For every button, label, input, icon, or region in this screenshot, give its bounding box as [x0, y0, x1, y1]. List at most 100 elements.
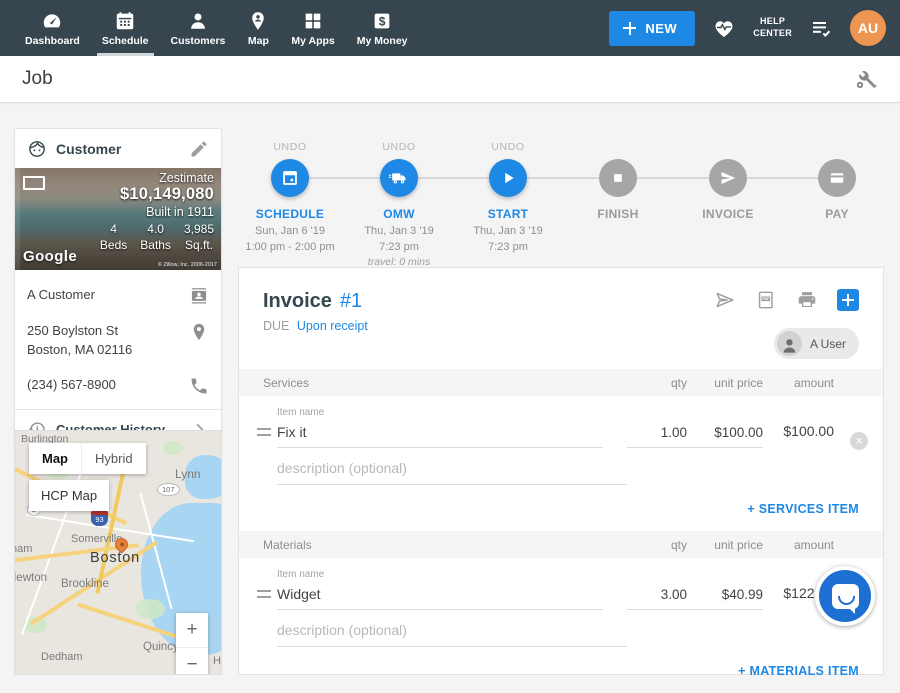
pay-step-button[interactable]	[818, 159, 856, 197]
service-line-item: Item name $100.00 ×	[239, 396, 883, 448]
job-tools-icon[interactable]	[854, 67, 878, 91]
service-item-name-input[interactable]	[277, 421, 603, 448]
due-value-link[interactable]: Upon receipt	[297, 319, 368, 333]
person-icon	[187, 10, 209, 32]
chat-bubble-button[interactable]	[815, 566, 875, 626]
send-invoice-icon[interactable]	[714, 289, 736, 311]
map-widget[interactable]: Burlington Lynn 107 2 93 Somerville ham …	[14, 430, 222, 675]
location-pin-icon[interactable]	[189, 322, 209, 342]
service-description-input[interactable]	[277, 454, 627, 485]
schedule-step-button[interactable]	[271, 159, 309, 197]
timeline-step-invoice: INVOICE	[666, 132, 790, 221]
map-button[interactable]: Map	[29, 443, 81, 474]
finish-step-button[interactable]	[599, 159, 637, 197]
services-section: Services qty unit price amount Item name…	[239, 369, 883, 531]
new-button[interactable]: NEW	[609, 11, 695, 46]
person-silhouette-icon	[780, 336, 799, 355]
map-type-toggle: Map Hybrid	[29, 443, 146, 474]
route-107-shield: 107	[157, 483, 180, 496]
item-name-label: Item name	[277, 569, 603, 580]
unit-price-column-header: unit price	[687, 376, 763, 390]
invoice-number: #1	[340, 290, 362, 313]
timeline-step-finish: FINISH	[556, 132, 680, 221]
map-label-hingham: Hi	[213, 655, 222, 667]
zestimate-value: $10,149,080	[100, 185, 214, 204]
interstate-93-shield: 93	[91, 511, 108, 526]
contact-card-icon[interactable]	[189, 286, 209, 306]
add-services-item-link[interactable]: + SERVICES ITEM	[747, 502, 859, 516]
map-label-lynn: Lynn	[175, 467, 201, 481]
face-icon	[27, 139, 47, 159]
user-avatar[interactable]: AU	[850, 10, 886, 46]
step-label: START	[446, 207, 570, 221]
nav-tab-map[interactable]: Map	[236, 0, 280, 56]
person-pin-icon	[247, 10, 269, 32]
timeline-step-omw: UNDO OMW Thu, Jan 3 '197:23 pm travel: 0…	[337, 132, 461, 268]
map-zoom-control: + −	[176, 613, 208, 675]
chat-icon	[832, 584, 859, 609]
help-center-line1: HELP	[753, 16, 792, 28]
undo-schedule-button[interactable]: UNDO	[228, 141, 352, 154]
nav-tab-dashboard[interactable]: Dashboard	[14, 0, 91, 56]
stat-beds: 4Beds	[100, 221, 127, 253]
task-list-icon[interactable]	[809, 16, 833, 40]
material-item-name-input[interactable]	[277, 583, 603, 610]
undo-spacer	[556, 141, 680, 154]
help-center-line2: CENTER	[753, 28, 792, 40]
materials-section: Materials qty unit price amount Item nam…	[239, 531, 883, 693]
service-description-row	[239, 448, 883, 485]
hybrid-button[interactable]: Hybrid	[81, 443, 146, 474]
material-qty-input[interactable]	[627, 584, 687, 610]
service-qty-input[interactable]	[627, 422, 687, 448]
invoice-actions: PDF	[714, 289, 859, 311]
pdf-icon[interactable]: PDF	[755, 289, 777, 311]
hcp-map-button[interactable]: HCP Map	[29, 480, 109, 511]
drag-handle-icon[interactable]	[257, 590, 271, 598]
service-unit-price-input[interactable]	[687, 422, 763, 448]
print-icon[interactable]	[796, 289, 818, 311]
add-invoice-button[interactable]	[837, 289, 859, 311]
street-view-icon[interactable]	[23, 176, 45, 190]
drag-handle-icon[interactable]	[257, 428, 271, 436]
remove-line-item-icon[interactable]: ×	[850, 432, 868, 450]
zoom-out-button[interactable]: −	[176, 647, 208, 675]
start-step-button[interactable]	[489, 159, 527, 197]
calendar-step-icon	[279, 167, 301, 189]
help-center-button[interactable]: HELP CENTER	[753, 16, 792, 39]
zoom-in-button[interactable]: +	[176, 613, 208, 647]
map-label-waltham: ham	[14, 543, 32, 555]
nav-tab-label: Customers	[171, 35, 226, 47]
material-description-input[interactable]	[277, 616, 627, 647]
map-label-newton: Newton	[14, 572, 47, 584]
nav-right: NEW HELP CENTER AU	[609, 0, 900, 56]
heart-pulse-icon[interactable]	[712, 16, 736, 40]
due-label: DUE	[263, 319, 289, 333]
stat-baths: 4.0Baths	[140, 221, 171, 253]
zestimate-overlay: Zestimate $10,149,080 Built in 1911 4Bed…	[100, 171, 214, 253]
gauge-icon	[41, 10, 63, 32]
step-date: Thu, Jan 3 '197:23 pm	[446, 224, 570, 256]
add-materials-item-link[interactable]: + MATERIALS ITEM	[738, 664, 859, 678]
customer-card-header: Customer	[15, 129, 221, 168]
invoice-step-button[interactable]	[709, 159, 747, 197]
customer-phone: (234) 567-8900	[27, 376, 116, 395]
assigned-user-pill[interactable]: A User	[774, 328, 859, 359]
nav-tab-schedule[interactable]: Schedule	[91, 0, 160, 56]
amount-column-header: amount	[763, 538, 834, 552]
nav-tab-my-apps[interactable]: My Apps	[280, 0, 345, 56]
zillow-credit: © Zillow, Inc. 2006-2017	[158, 262, 217, 268]
customer-card: Customer Zestimate $10,149,080 Built in …	[14, 128, 222, 450]
undo-omw-button[interactable]: UNDO	[337, 141, 461, 154]
phone-icon[interactable]	[189, 376, 209, 396]
material-line-item: Item name $122.97 ×	[239, 558, 883, 610]
nav-tab-my-money[interactable]: $ My Money	[346, 0, 419, 56]
property-photo[interactable]: Zestimate $10,149,080 Built in 1911 4Bed…	[15, 168, 221, 270]
map-label-dedham: Dedham	[41, 651, 83, 663]
nav-tab-customers[interactable]: Customers	[160, 0, 237, 56]
edit-pencil-icon[interactable]	[189, 139, 209, 159]
built-year: Built in 1911	[100, 205, 214, 219]
omw-step-button[interactable]	[380, 159, 418, 197]
undo-start-button[interactable]: UNDO	[446, 141, 570, 154]
invoice-card: Invoice #1 DUE Upon receipt PDF A User S…	[238, 267, 884, 675]
material-unit-price-input[interactable]	[687, 584, 763, 610]
